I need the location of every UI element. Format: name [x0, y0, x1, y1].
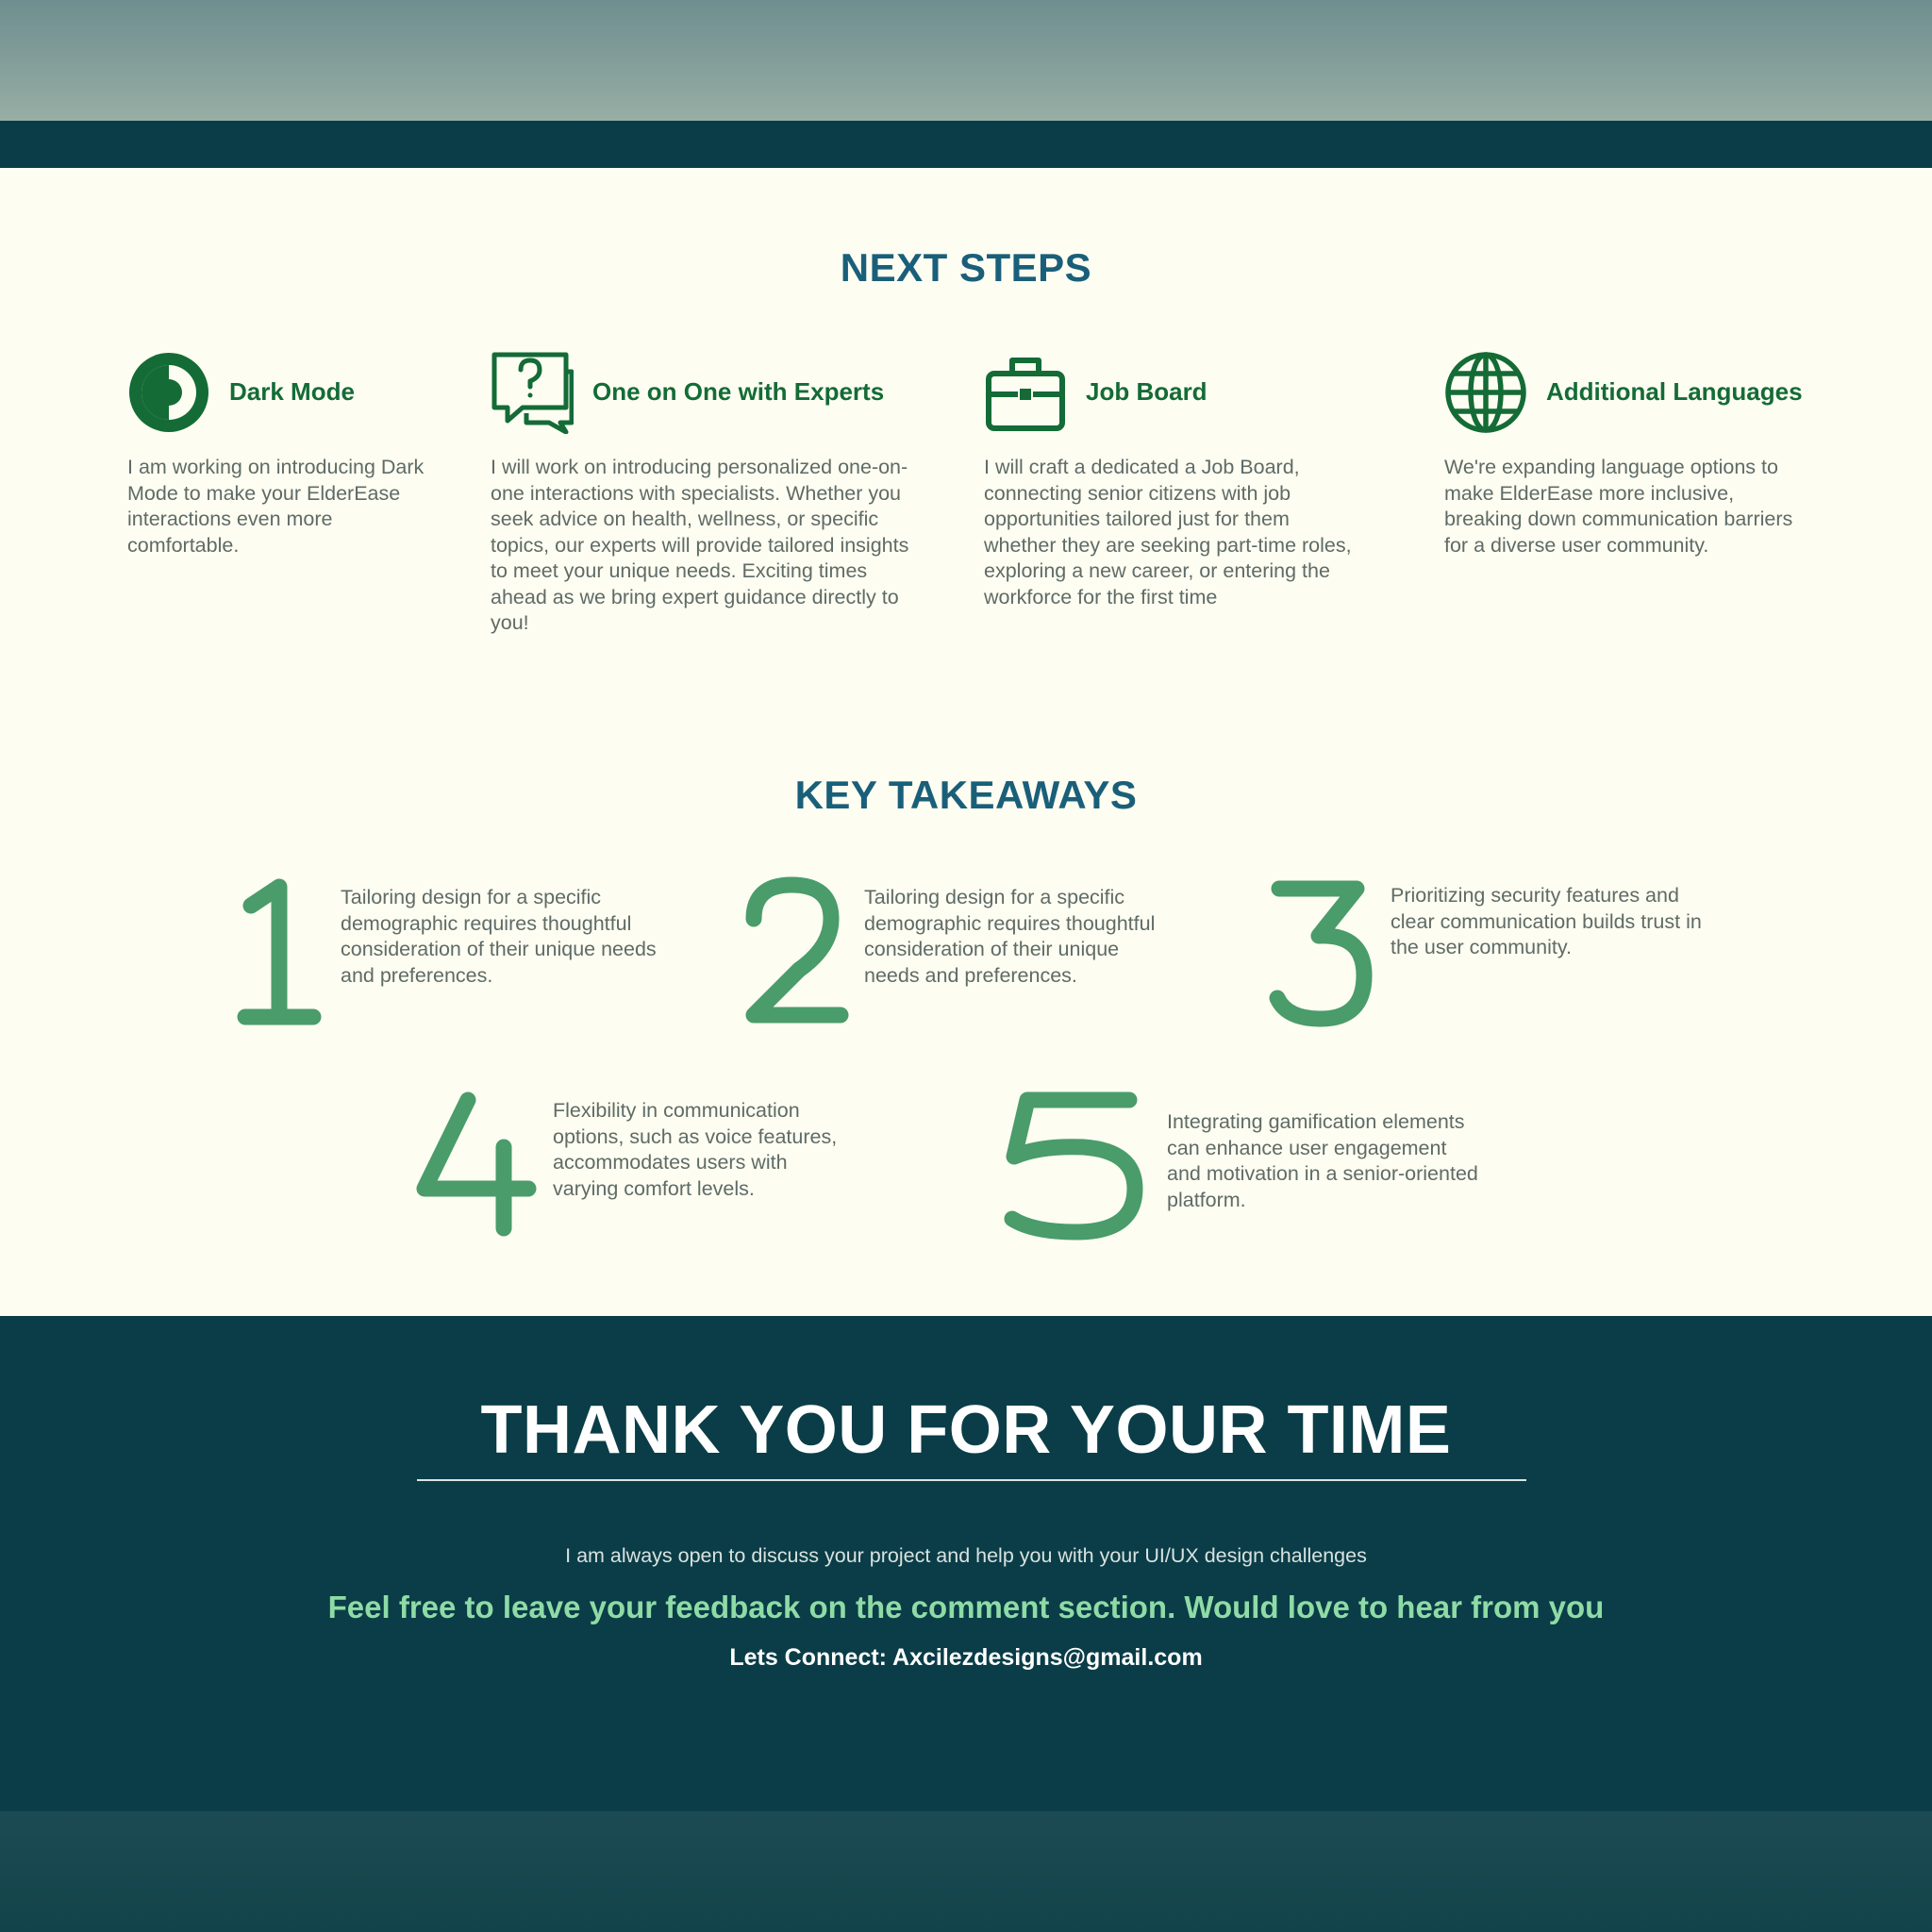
takeaway-text: Tailoring design for a specific demograp… — [341, 886, 657, 987]
key-takeaways-title: KEY TAKEAWAYS — [794, 773, 1138, 817]
question-chat-icon — [491, 351, 574, 434]
number-1-glyph — [234, 877, 347, 1028]
briefcase-icon — [984, 351, 1067, 434]
step-description: I will work on introducing personalized … — [491, 456, 909, 634]
footer-feedback-callout: Feel free to leave your feedback on the … — [327, 1590, 1605, 1624]
next-step-dark-mode: Dark Mode I am working on introducing Da… — [127, 351, 439, 653]
number-4-glyph — [413, 1091, 537, 1241]
takeaway-text: Flexibility in communication options, su… — [553, 1099, 838, 1200]
takeaway-item: Integrating gamification elements can en… — [992, 1091, 1483, 1241]
takeaway-item: Tailoring design for a specific demograp… — [741, 876, 1174, 1028]
top-gradient-bar — [0, 0, 1932, 121]
step-title: Additional Languages — [1546, 377, 1803, 406]
thank-you-title: THANK YOU FOR YOUR TIME — [480, 1392, 1452, 1468]
next-steps-title: NEXT STEPS — [840, 245, 1092, 290]
number-5-glyph — [992, 1091, 1143, 1241]
footer-section: THANK YOU FOR YOUR TIME I am always open… — [0, 1316, 1932, 1811]
step-title: Dark Mode — [229, 377, 355, 406]
footer-bottom-band — [0, 1811, 1932, 1932]
next-step-languages: Additional Languages We're expanding lan… — [1444, 351, 1822, 653]
top-dark-band — [0, 121, 1932, 168]
content-section: NEXT STEPS Dark Mode I am working on int… — [0, 168, 1932, 1316]
footer-contact-email: Lets Connect: Axcilezdesigns@gmail.com — [729, 1644, 1203, 1671]
takeaway-text: Integrating gamification elements can en… — [1167, 1110, 1478, 1211]
divider-line — [417, 1479, 1526, 1481]
dark-mode-icon — [127, 351, 210, 434]
globe-icon — [1444, 351, 1527, 434]
step-description: We're expanding language options to make… — [1444, 456, 1793, 557]
takeaway-item: Flexibility in communication options, su… — [413, 1091, 847, 1241]
takeaway-text: Prioritizing security features and clear… — [1391, 884, 1702, 958]
takeaway-item: Tailoring design for a specific demograp… — [234, 877, 668, 1028]
step-title: One on One with Experts — [592, 377, 885, 406]
number-2-glyph — [741, 876, 854, 1028]
number-3-glyph — [1266, 877, 1379, 1028]
next-step-experts: One on One with Experts I will work on i… — [491, 351, 934, 653]
takeaway-text: Tailoring design for a specific demograp… — [864, 886, 1156, 987]
step-description: I will craft a dedicated a Job Board, co… — [984, 456, 1352, 608]
step-description: I am working on introducing Dark Mode to… — [127, 456, 425, 557]
takeaway-item: Prioritizing security features and clear… — [1266, 877, 1702, 1028]
next-step-job-board: Job Board I will craft a dedicated a Job… — [984, 351, 1371, 653]
step-title: Job Board — [1086, 377, 1208, 406]
footer-open-to-discuss: I am always open to discuss your project… — [565, 1544, 1367, 1567]
